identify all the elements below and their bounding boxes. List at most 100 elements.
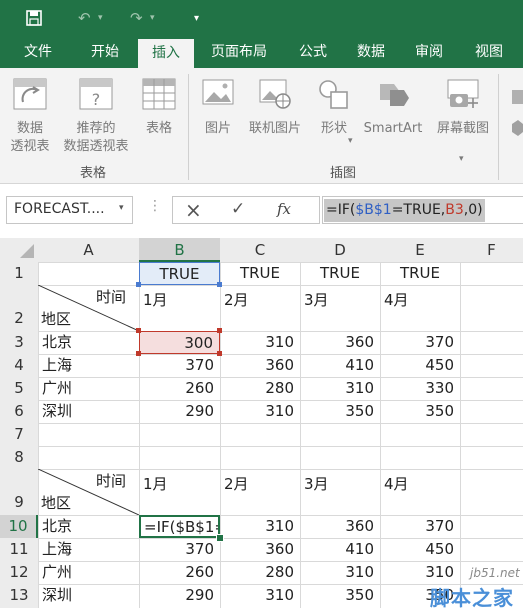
cell-c4[interactable]: 360 [220, 354, 300, 377]
row-header-4[interactable]: 4 [0, 354, 38, 377]
cell-d3[interactable]: 360 [300, 331, 380, 354]
cell-c3[interactable]: 310 [220, 331, 300, 354]
cell-e5[interactable]: 330 [380, 377, 460, 400]
undo-dropdown-icon[interactable]: ▾ [98, 0, 103, 37]
tab-formulas[interactable]: 公式 [288, 37, 338, 68]
recommended-pivot-button[interactable]: ? 推荐的 数据透视表 [56, 78, 136, 156]
cell-e11[interactable]: 450 [380, 538, 460, 561]
cell-c5[interactable]: 280 [220, 377, 300, 400]
cell-c12[interactable]: 280 [220, 561, 300, 584]
column-header-e[interactable]: E [380, 238, 460, 262]
redo-icon[interactable]: ↷ [130, 0, 143, 37]
tab-review[interactable]: 审阅 [404, 37, 454, 68]
cell-a5[interactable]: 广州 [38, 377, 139, 400]
tab-page-layout[interactable]: 页面布局 [198, 37, 280, 68]
screenshot-button[interactable]: 屏幕截图 ▾ [430, 78, 496, 164]
row-header-10[interactable]: 10 [0, 515, 38, 538]
cell-d11[interactable]: 410 [300, 538, 380, 561]
cell-e6[interactable]: 350 [380, 400, 460, 423]
row-header-11[interactable]: 11 [0, 538, 38, 561]
tab-file[interactable]: 文件 [8, 37, 68, 68]
cell-b4[interactable]: 370 [139, 354, 220, 377]
online-picture-button[interactable]: 联机图片 [242, 78, 308, 138]
cell-c2[interactable]: 2月 [220, 285, 300, 331]
cell-e12[interactable]: 310 [380, 561, 460, 584]
cell-d12[interactable]: 310 [300, 561, 380, 584]
cell-a10[interactable]: 北京 [38, 515, 139, 538]
redo-dropdown-icon[interactable]: ▾ [150, 0, 155, 37]
save-icon[interactable] [26, 10, 42, 26]
cancel-icon[interactable]: × [185, 198, 202, 222]
cell-d6[interactable]: 350 [300, 400, 380, 423]
tab-data[interactable]: 数据 [346, 37, 396, 68]
name-box-dropdown-icon[interactable]: ▾ [119, 203, 124, 213]
cell-d10[interactable]: 360 [300, 515, 380, 538]
cell-d4[interactable]: 410 [300, 354, 380, 377]
row-header-6[interactable]: 6 [0, 400, 38, 423]
cell-d2[interactable]: 3月 [300, 285, 380, 331]
cell-e2[interactable]: 4月 [380, 285, 460, 331]
name-box[interactable]: FORECAST.... ▾ [6, 196, 133, 224]
row-header-13[interactable]: 13 [0, 584, 38, 608]
row-header-8[interactable]: 8 [0, 446, 38, 469]
cell-e9[interactable]: 4月 [380, 469, 460, 515]
cell-b11[interactable]: 370 [139, 538, 220, 561]
column-header-f[interactable]: F [460, 238, 523, 262]
row-header-12[interactable]: 12 [0, 561, 38, 584]
cell-b3[interactable]: 300 [139, 331, 220, 354]
cell-c11[interactable]: 360 [220, 538, 300, 561]
addins-icon[interactable] [506, 90, 523, 140]
column-header-d[interactable]: D [300, 238, 380, 262]
row-header-9[interactable]: 9 [0, 469, 38, 515]
enter-icon[interactable]: ✓ [231, 199, 245, 219]
select-all-corner[interactable] [0, 238, 38, 262]
row-header-1[interactable]: 1 [0, 262, 38, 285]
cell-a3[interactable]: 北京 [38, 331, 139, 354]
row-header-2[interactable]: 2 [0, 285, 38, 331]
cell-b6[interactable]: 290 [139, 400, 220, 423]
cell-d9[interactable]: 3月 [300, 469, 380, 515]
cell-c10[interactable]: 310 [220, 515, 300, 538]
cell-d5[interactable]: 310 [300, 377, 380, 400]
cell-a4[interactable]: 上海 [38, 354, 139, 377]
cell-b10-editing[interactable]: =IF($B$1= [139, 515, 220, 538]
tab-home[interactable]: 开始 [74, 37, 136, 68]
tab-view[interactable]: 视图 [462, 37, 516, 68]
cell-c6[interactable]: 310 [220, 400, 300, 423]
row-header-7[interactable]: 7 [0, 423, 38, 446]
cell-b13[interactable]: 290 [139, 584, 220, 607]
cell-e4[interactable]: 450 [380, 354, 460, 377]
cell-a13[interactable]: 深圳 [38, 584, 139, 607]
customize-quick-access-icon[interactable]: ▾ [194, 0, 199, 37]
cell-e3[interactable]: 370 [380, 331, 460, 354]
column-header-a[interactable]: A [38, 238, 139, 262]
insert-function-icon[interactable]: fx [277, 200, 291, 218]
smartart-button[interactable]: SmartArt [358, 78, 428, 138]
cell-e1[interactable]: TRUE [380, 262, 460, 285]
cell-b2[interactable]: 1月 [139, 285, 220, 331]
cell-a12[interactable]: 广州 [38, 561, 139, 584]
formula-input[interactable]: =IF($B$1=TRUE,B3,0) [322, 196, 523, 224]
cell-b9[interactable]: 1月 [139, 469, 220, 515]
table-button[interactable]: 表格 [136, 78, 182, 138]
cell-c9[interactable]: 2月 [220, 469, 300, 515]
range-handle[interactable] [136, 328, 141, 333]
cell-c13[interactable]: 310 [220, 584, 300, 607]
column-header-b[interactable]: B [139, 238, 220, 262]
picture-button[interactable]: 图片 [196, 78, 240, 138]
cell-d13[interactable]: 350 [300, 584, 380, 607]
shapes-button[interactable]: 形状 ▾ [312, 78, 356, 146]
cell-a6[interactable]: 深圳 [38, 400, 139, 423]
cell-c1[interactable]: TRUE [220, 262, 300, 285]
cell-a11[interactable]: 上海 [38, 538, 139, 561]
row-header-3[interactable]: 3 [0, 331, 38, 354]
cell-b12[interactable]: 260 [139, 561, 220, 584]
tab-insert[interactable]: 插入 [138, 39, 194, 68]
row-header-5[interactable]: 5 [0, 377, 38, 400]
pivot-table-button[interactable]: 数据 透视表 [2, 78, 58, 156]
undo-icon[interactable]: ↶ [78, 0, 91, 37]
column-header-c[interactable]: C [220, 238, 300, 262]
cell-d1[interactable]: TRUE [300, 262, 380, 285]
cell-e10[interactable]: 370 [380, 515, 460, 538]
formula-bar-resize-handle[interactable]: ⋮ [148, 198, 162, 214]
